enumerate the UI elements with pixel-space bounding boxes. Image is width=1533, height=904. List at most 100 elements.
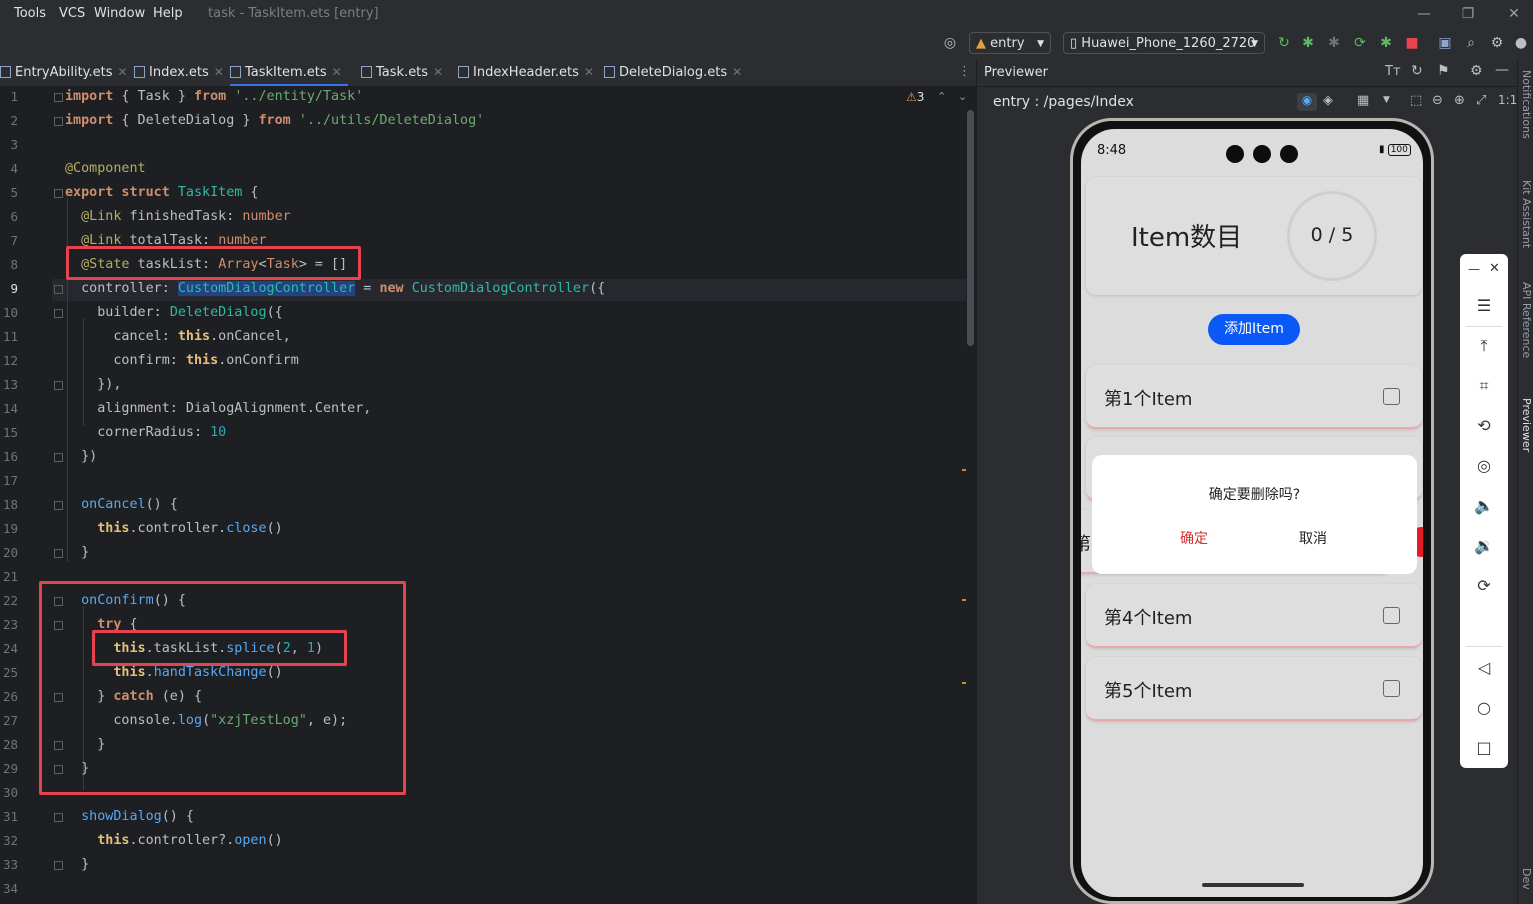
code-line: export struct TaskItem {: [65, 185, 259, 200]
device-manager-icon[interactable]: ▣: [1436, 34, 1454, 52]
inspector-icon[interactable]: ⚑: [1437, 63, 1450, 79]
menu-window[interactable]: Window: [94, 6, 145, 21]
header-title: Item数目: [1131, 223, 1243, 253]
debug-icon[interactable]: ✱: [1299, 34, 1317, 52]
account-icon[interactable]: ●: [1512, 34, 1530, 52]
list-item[interactable]: 第4个Item: [1086, 584, 1422, 648]
tab-index[interactable]: Index.ets ✕: [134, 60, 224, 86]
recents-icon[interactable]: □: [1472, 736, 1496, 760]
tab-entryability[interactable]: EntryAbility.ets ✕: [0, 60, 128, 86]
rotate-device-icon[interactable]: ⟳: [1472, 574, 1496, 598]
close-tab-icon[interactable]: ✕: [584, 65, 594, 79]
menu-vcs[interactable]: VCS: [59, 6, 85, 21]
zoom-out-icon[interactable]: ⊖: [1432, 93, 1443, 108]
zoom-in-icon[interactable]: ⊕: [1454, 93, 1465, 108]
confirm-button[interactable]: 确定: [1180, 528, 1208, 548]
settings-icon[interactable]: ⚙: [1488, 34, 1506, 52]
chevron-down-icon[interactable]: ▼: [1383, 95, 1390, 105]
fold-marker-icon[interactable]: [54, 813, 63, 822]
cancel-button[interactable]: 取消: [1299, 528, 1327, 548]
code-editor[interactable]: 1 2 3 4 5 6 7 8 9 10 11 12 13 14 15 16 17 18 19 20 21 22 23 24 2…: [0, 86, 966, 904]
hide-panel-icon[interactable]: —: [1495, 62, 1509, 78]
close-icon[interactable]: ✕: [1489, 261, 1500, 276]
item-checkbox[interactable]: [1383, 388, 1400, 405]
item-checkbox[interactable]: [1383, 680, 1400, 697]
code-line: confirm: this.onConfirm: [65, 353, 299, 368]
close-tab-icon[interactable]: ✕: [332, 65, 342, 79]
prev-highlight-icon[interactable]: ⌃: [937, 90, 946, 103]
tab-label: IndexHeader.ets: [473, 65, 579, 80]
close-tab-icon[interactable]: ✕: [214, 65, 224, 79]
close-tab-icon[interactable]: ✕: [433, 65, 443, 79]
list-item[interactable]: 第1个Item: [1086, 365, 1422, 429]
item-checkbox[interactable]: [1383, 607, 1400, 624]
stop-icon[interactable]: ■: [1403, 34, 1421, 52]
expand-icon[interactable]: ⤢: [1476, 93, 1486, 108]
fold-marker-icon[interactable]: [54, 309, 63, 318]
view-icon[interactable]: ◉: [1297, 93, 1317, 111]
previewer-settings-icon[interactable]: ⚙: [1470, 63, 1483, 79]
notifications-panel-tab[interactable]: Notifications: [1520, 70, 1533, 139]
dev-panel-tab[interactable]: Dev: [1520, 868, 1533, 890]
api-reference-panel-tab[interactable]: API Reference: [1520, 282, 1533, 358]
volume-up-icon[interactable]: 🔈: [1472, 494, 1496, 518]
fold-marker-icon[interactable]: [54, 189, 63, 198]
menu-help[interactable]: Help: [153, 6, 183, 21]
font-size-icon[interactable]: Tт: [1385, 64, 1401, 79]
fold-marker-icon[interactable]: [54, 549, 63, 558]
crop-icon[interactable]: ⌗: [1472, 374, 1496, 398]
editor-scrollbar[interactable]: [966, 86, 976, 904]
close-window-icon[interactable]: ✕: [1504, 4, 1524, 24]
restore-icon[interactable]: ❐: [1458, 4, 1478, 24]
volume-down-icon[interactable]: 🔉: [1472, 534, 1496, 558]
tab-options-icon[interactable]: ⋮: [958, 60, 971, 86]
fold-marker-icon[interactable]: [54, 117, 63, 126]
kit-assistant-panel-tab[interactable]: Kit Assistant: [1520, 180, 1533, 248]
minimize-icon[interactable]: —: [1414, 4, 1434, 24]
line-number: 5: [10, 185, 18, 200]
one-to-one-icon[interactable]: 1:1: [1498, 93, 1517, 107]
previewer-path-bar: entry : /pages/Index ◉ ◈ ▦ ▼ ⬚ ⊖ ⊕ ⤢ 1:1: [977, 86, 1518, 117]
fold-marker-icon[interactable]: [54, 285, 63, 294]
fold-marker-icon[interactable]: [54, 381, 63, 390]
run-icon[interactable]: ↻: [1275, 34, 1293, 52]
home-icon[interactable]: ○: [1472, 696, 1496, 720]
apply-changes-icon[interactable]: ⟳: [1351, 34, 1369, 52]
fold-marker-icon[interactable]: [54, 453, 63, 462]
minimize-icon[interactable]: —: [1468, 262, 1480, 276]
device-selector[interactable]: ▯ Huawei_Phone_1260_2720 ▼: [1063, 32, 1265, 54]
close-tab-icon[interactable]: ✕: [118, 65, 128, 79]
target-icon[interactable]: ◎: [941, 34, 959, 52]
search-icon[interactable]: ⌕: [1462, 34, 1480, 52]
tab-deletedialog[interactable]: DeleteDialog.ets ✕: [604, 60, 742, 86]
profile-icon[interactable]: ✱: [1377, 34, 1395, 52]
rotate-icon[interactable]: ⟲: [1472, 414, 1496, 438]
close-tab-icon[interactable]: ✕: [732, 65, 742, 79]
fold-marker-icon[interactable]: [54, 93, 63, 102]
back-icon[interactable]: ◁: [1472, 656, 1496, 680]
fit-icon[interactable]: ⬚: [1410, 93, 1422, 108]
phone-screen[interactable]: 8:48 ▮ 100 Item数目 0 / 5 添加Item 第1个Item 第…: [1081, 129, 1423, 897]
tab-indexheader[interactable]: IndexHeader.ets ✕: [458, 60, 594, 86]
list-item[interactable]: 第5个Item: [1086, 657, 1422, 721]
next-highlight-icon[interactable]: ⌄: [958, 90, 966, 103]
fold-marker-icon[interactable]: [54, 501, 63, 510]
module-selector[interactable]: ▲ entry ▼: [969, 32, 1051, 54]
attach-debugger-icon[interactable]: ✱: [1325, 34, 1343, 52]
warning-indicator[interactable]: ⚠3: [906, 90, 924, 104]
fold-marker-icon[interactable]: [54, 861, 63, 870]
grid-icon[interactable]: ▦: [1357, 93, 1369, 108]
code-line: showDialog() {: [81, 809, 194, 824]
screenshot-icon[interactable]: ◎: [1472, 454, 1496, 478]
menu-icon[interactable]: ☰: [1472, 294, 1496, 318]
refresh-icon[interactable]: ↻: [1411, 63, 1423, 79]
line-number: 3: [10, 137, 18, 152]
add-item-button[interactable]: 添加Item: [1208, 314, 1300, 345]
layers-icon[interactable]: ◈: [1323, 93, 1333, 108]
menu-tools[interactable]: Tools: [14, 6, 46, 21]
tab-taskitem[interactable]: TaskItem.ets ✕: [230, 60, 348, 86]
scroll-thumb[interactable]: [967, 110, 974, 346]
pin-top-icon[interactable]: ⤒: [1472, 334, 1496, 358]
previewer-panel-tab[interactable]: Previewer: [1520, 398, 1533, 452]
tab-task[interactable]: Task.ets ✕: [361, 60, 443, 86]
